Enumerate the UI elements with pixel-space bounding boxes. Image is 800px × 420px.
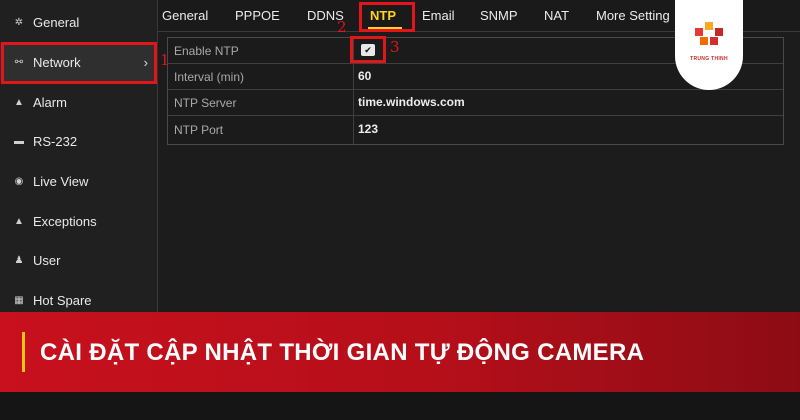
field-label: NTP Port	[174, 123, 224, 137]
sidebar-item-label: User	[33, 252, 61, 268]
tab-email[interactable]: Email	[422, 8, 455, 23]
user-icon: ♟	[14, 254, 24, 266]
brand-logo: TRUNG THINH	[675, 0, 743, 90]
sidebar-item-label: Live View	[33, 173, 89, 189]
tab-snmp[interactable]: SNMP	[480, 8, 518, 23]
tab-pppoe[interactable]: PPPOE	[235, 8, 280, 23]
sidebar-item-label: RS-232	[33, 133, 78, 149]
tab-nat[interactable]: NAT	[544, 8, 569, 23]
tab-more-setting[interactable]: More Setting	[596, 8, 670, 23]
ntp-row-server: NTP Server time.windows.com	[168, 90, 783, 116]
tab-general[interactable]: General	[162, 8, 208, 23]
sidebar-item-live-view[interactable]: ◉ Live View	[0, 162, 158, 200]
bottom-strip	[0, 392, 800, 420]
sidebar-item-label: Hot Spare	[33, 292, 92, 308]
annotation-number-3: 3	[390, 38, 400, 56]
ntp-row-port: NTP Port 123	[168, 117, 783, 143]
banner-title: CÀI ĐẶT CẬP NHẬT THỜI GIAN TỰ ĐỘNG CAMER…	[40, 339, 645, 366]
hot-spare-icon: ▦	[14, 294, 24, 306]
banner-accent-bar	[22, 332, 25, 372]
interval-input[interactable]: 60	[358, 69, 371, 83]
sidebar-item-rs232[interactable]: ▬ RS-232	[0, 122, 158, 160]
gear-icon: ✲	[14, 16, 24, 28]
sidebar-item-user[interactable]: ♟ User	[0, 241, 158, 279]
annotation-box-network	[1, 42, 157, 84]
field-label: Enable NTP	[174, 44, 239, 58]
serial-port-icon: ▬	[14, 135, 24, 147]
sidebar-item-label: General	[33, 14, 80, 30]
sidebar-item-general[interactable]: ✲ General	[0, 3, 158, 41]
field-label: Interval (min)	[174, 70, 245, 84]
eye-icon: ◉	[14, 175, 24, 187]
ntp-port-input[interactable]: 123	[358, 122, 378, 136]
title-banner: CÀI ĐẶT CẬP NHẬT THỜI GIAN TỰ ĐỘNG CAMER…	[0, 312, 800, 392]
sidebar-item-alarm[interactable]: ▲ Alarm	[0, 83, 158, 121]
annotation-box-enable-checkbox	[350, 36, 386, 63]
field-label: NTP Server	[174, 96, 237, 110]
sidebar-item-label: Exceptions	[33, 213, 97, 229]
warning-icon: ▲	[14, 215, 24, 227]
annotation-box-ntp-tab	[359, 2, 415, 32]
annotation-number-2: 2	[337, 18, 347, 36]
ntp-server-input[interactable]: time.windows.com	[358, 95, 465, 109]
sidebar-item-exceptions[interactable]: ▲ Exceptions	[0, 202, 158, 240]
sidebar-item-label: Alarm	[33, 94, 67, 110]
brand-logo-text: TRUNG THINH	[690, 56, 728, 62]
brand-logo-icon	[695, 22, 723, 45]
alarm-icon: ▲	[14, 96, 24, 108]
annotation-number-1: 1	[160, 51, 170, 69]
